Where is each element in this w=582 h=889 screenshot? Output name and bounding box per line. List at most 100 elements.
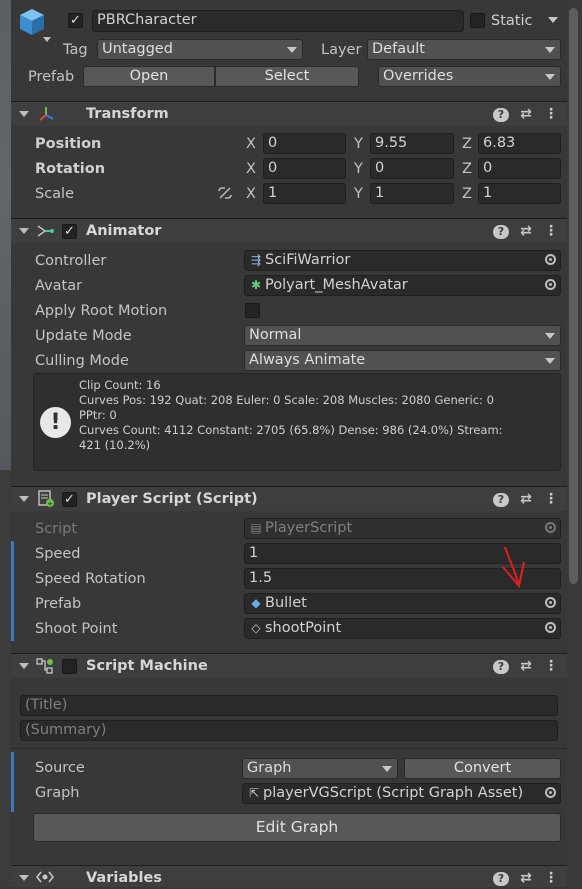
edit-graph-button[interactable]: Edit Graph <box>33 813 561 842</box>
script-label: Script <box>35 521 78 537</box>
position-x-label[interactable]: X <box>246 134 256 154</box>
settings-icon[interactable]: ⇄ <box>518 222 534 240</box>
scale-y-field[interactable]: 1 <box>370 183 454 204</box>
script-machine-enabled-checkbox[interactable] <box>62 659 77 674</box>
info-line: PPtr: 0 <box>79 408 117 422</box>
graph-asset-field[interactable]: ⇱ playerVGScript (Script Graph Asset) <box>242 783 561 804</box>
rotation-z-field[interactable]: 0 <box>478 158 561 179</box>
foldout-arrow-icon[interactable] <box>19 111 29 117</box>
rotation-y-field[interactable]: 0 <box>370 158 454 179</box>
shoot-point-field[interactable]: ◇ shootPoint <box>244 618 561 639</box>
scale-x-field[interactable]: 1 <box>263 183 346 204</box>
object-name-field[interactable]: PBRCharacter <box>92 10 464 32</box>
position-z-field[interactable]: 6.83 <box>478 133 561 154</box>
position-y-field[interactable]: 9.55 <box>370 133 454 154</box>
tag-label: Tag <box>63 42 88 58</box>
player-script-header[interactable]: + ✓ Player Script (Script) ? ⇄ ⋮ <box>11 486 567 511</box>
avatar-label: Avatar <box>35 278 83 294</box>
object-picker-icon[interactable] <box>545 597 556 608</box>
rotation-label: Rotation <box>35 161 106 177</box>
overrides-dropdown[interactable]: Overrides <box>378 66 561 87</box>
scrollbar-thumb[interactable] <box>569 8 578 584</box>
object-picker-icon[interactable] <box>545 279 556 290</box>
help-icon[interactable]: ? <box>493 108 509 122</box>
script-file-icon: ▤ <box>250 521 262 535</box>
scale-z-field[interactable]: 1 <box>478 183 561 204</box>
layer-dropdown[interactable]: Default <box>367 39 561 60</box>
graph-summary-input[interactable]: (Summary) <box>20 720 558 741</box>
foldout-arrow-icon[interactable] <box>19 496 29 502</box>
foldout-arrow-icon[interactable] <box>19 228 29 234</box>
prefab-field[interactable]: ◆ Bullet <box>244 593 561 614</box>
foldout-arrow-icon[interactable] <box>19 663 29 669</box>
graph-title-input[interactable]: (Title) <box>20 695 558 716</box>
icon-dropdown-arrow[interactable] <box>43 37 51 42</box>
scale-label: Scale <box>35 186 75 202</box>
avatar-field[interactable]: ✱ Polyart_MeshAvatar <box>244 275 561 296</box>
tag-dropdown[interactable]: Untagged <box>97 39 303 60</box>
apply-root-motion-label: Apply Root Motion <box>35 303 168 319</box>
prefab-select-button[interactable]: Select <box>215 66 359 87</box>
controller-field[interactable]: ⇶ SciFiWarrior <box>244 250 561 271</box>
rotation-x-field[interactable]: 0 <box>263 158 346 179</box>
update-mode-dropdown[interactable]: Normal <box>244 325 561 346</box>
prefab-label: Prefab <box>28 69 75 85</box>
script-machine-icon <box>36 657 54 679</box>
more-icon[interactable]: ⋮ <box>543 869 559 887</box>
scale-z-label[interactable]: Z <box>462 184 472 204</box>
help-icon[interactable]: ? <box>493 660 509 674</box>
settings-icon[interactable]: ⇄ <box>518 869 534 887</box>
animator-enabled-checkbox[interactable]: ✓ <box>62 224 77 239</box>
scale-y-label[interactable]: Y <box>354 184 363 204</box>
culling-mode-dropdown[interactable]: Always Animate <box>244 350 561 371</box>
controller-value: SciFiWarrior <box>265 252 351 268</box>
settings-icon[interactable]: ⇄ <box>518 657 534 675</box>
chevron-down-icon <box>545 358 555 364</box>
object-picker-icon[interactable] <box>545 787 556 798</box>
position-y-label[interactable]: Y <box>354 134 363 154</box>
position-z-label[interactable]: Z <box>462 134 472 154</box>
rotation-x-label[interactable]: X <box>246 159 256 179</box>
more-icon[interactable]: ⋮ <box>543 105 559 123</box>
help-icon[interactable]: ? <box>493 225 509 239</box>
rotation-y-label[interactable]: Y <box>354 159 363 179</box>
layer-value: Default <box>372 41 425 57</box>
apply-root-motion-checkbox[interactable] <box>245 303 260 318</box>
scale-x-label[interactable]: X <box>246 184 256 204</box>
player-script-enabled-checkbox[interactable]: ✓ <box>62 492 77 507</box>
static-dropdown-arrow[interactable] <box>548 17 558 23</box>
prefab-value: Bullet <box>265 595 307 611</box>
static-label: Static <box>491 13 533 29</box>
more-icon[interactable]: ⋮ <box>543 490 559 508</box>
prefab-open-button[interactable]: Open <box>83 66 215 87</box>
inspector-scrollbar[interactable] <box>567 0 582 887</box>
variables-header[interactable]: Variables ? ⇄ ⋮ <box>11 865 567 887</box>
settings-icon[interactable]: ⇄ <box>518 105 534 123</box>
animator-title: Animator <box>86 223 162 239</box>
chevron-down-icon <box>287 47 297 53</box>
object-picker-icon[interactable] <box>545 254 556 265</box>
animator-icon <box>36 222 54 244</box>
info-exclamation-icon: ! <box>40 407 71 438</box>
object-picker-icon[interactable] <box>545 622 556 633</box>
more-icon[interactable]: ⋮ <box>543 222 559 240</box>
foldout-arrow-icon[interactable] <box>19 875 29 881</box>
variables-title: Variables <box>86 870 162 886</box>
position-x-field[interactable]: 0 <box>263 133 346 154</box>
convert-button[interactable]: Convert <box>404 758 561 779</box>
constrain-proportions-icon[interactable] <box>216 185 234 205</box>
script-machine-header[interactable]: Script Machine ? ⇄ ⋮ <box>11 653 567 678</box>
more-icon[interactable]: ⋮ <box>543 657 559 675</box>
help-icon[interactable]: ? <box>493 872 509 886</box>
static-checkbox[interactable] <box>470 13 485 28</box>
rotation-z-label[interactable]: Z <box>462 159 472 179</box>
help-icon[interactable]: ? <box>493 493 509 507</box>
animator-header[interactable]: ✓ Animator ? ⇄ ⋮ <box>11 218 567 243</box>
source-dropdown[interactable]: Graph <box>242 758 398 779</box>
transform-header[interactable]: Transform ? ⇄ ⋮ <box>11 101 567 126</box>
avatar-icon: ✱ <box>250 278 262 292</box>
animator-info-box: ! Clip Count: 16 Curves Pos: 192 Quat: 2… <box>33 373 561 471</box>
prefab-field-label: Prefab <box>35 596 82 612</box>
settings-icon[interactable]: ⇄ <box>518 490 534 508</box>
active-checkbox[interactable]: ✓ <box>68 13 83 28</box>
